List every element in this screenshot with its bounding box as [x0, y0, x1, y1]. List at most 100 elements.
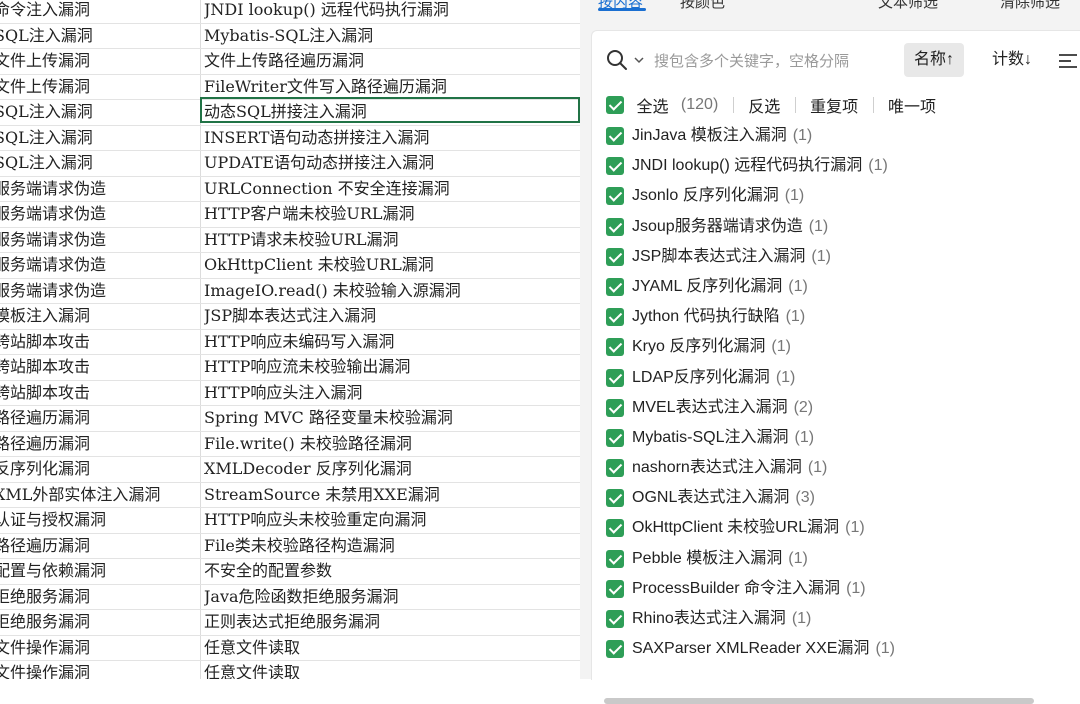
- vulnerability-name-cell[interactable]: OkHttpClient 未校验URL漏洞: [204, 252, 580, 278]
- item-checkbox[interactable]: [606, 519, 624, 538]
- filter-list-item[interactable]: Kryo 反序列化漏洞 (1): [606, 332, 1066, 362]
- vulnerability-name-cell[interactable]: 正则表达式拒绝服务漏洞: [204, 609, 580, 635]
- tab-text-filter[interactable]: 文本筛选: [878, 0, 938, 12]
- category-cell[interactable]: SQL注入漏洞: [0, 23, 200, 49]
- vulnerability-name-cell[interactable]: HTTP请求未校验URL漏洞: [204, 227, 580, 253]
- vulnerability-name-cell[interactable]: HTTP客户端未校验URL漏洞: [204, 201, 580, 227]
- category-cell[interactable]: 路径遍历漏洞: [0, 533, 200, 559]
- category-cell[interactable]: 拒绝服务漏洞: [0, 609, 200, 635]
- filter-options-icon[interactable]: [1058, 53, 1078, 69]
- duplicates-button[interactable]: 重复项: [810, 93, 858, 117]
- category-cell[interactable]: 文件上传漏洞: [0, 48, 200, 74]
- filter-list-item[interactable]: JNDI lookup() 远程代码执行漏洞 (1): [606, 151, 1066, 181]
- filter-list-item[interactable]: Jsonlo 反序列化漏洞 (1): [606, 181, 1066, 211]
- category-cell[interactable]: 跨站脚本攻击: [0, 380, 200, 406]
- filter-list-item[interactable]: JYAML 反序列化漏洞 (1): [606, 272, 1066, 302]
- item-checkbox[interactable]: [606, 398, 624, 417]
- horizontal-scrollbar[interactable]: [604, 698, 1034, 704]
- sort-by-name-button[interactable]: 名称↑: [904, 43, 965, 77]
- vulnerability-name-cell[interactable]: HTTP响应头未校验重定向漏洞: [204, 507, 580, 533]
- filter-list-item[interactable]: SAXParser XMLReader XXE漏洞 (1): [606, 634, 1066, 664]
- item-checkbox[interactable]: [606, 640, 624, 659]
- unique-button[interactable]: 唯一项: [888, 93, 936, 117]
- invert-selection-button[interactable]: 反选: [748, 93, 780, 117]
- item-checkbox[interactable]: [606, 459, 624, 478]
- item-checkbox[interactable]: [606, 157, 624, 176]
- filter-list-item[interactable]: Jsoup服务器端请求伪造 (1): [606, 212, 1066, 242]
- chevron-down-icon[interactable]: [634, 55, 644, 65]
- category-cell[interactable]: 拒绝服务漏洞: [0, 584, 200, 610]
- item-checkbox[interactable]: [606, 308, 624, 327]
- category-cell[interactable]: SQL注入漏洞: [0, 125, 200, 151]
- filter-list-item[interactable]: Rhino表达式注入漏洞 (1): [606, 604, 1066, 634]
- vulnerability-name-cell[interactable]: File.write() 未校验路径漏洞: [204, 431, 580, 457]
- category-cell[interactable]: 服务端请求伪造: [0, 278, 200, 304]
- vulnerability-name-cell[interactable]: 任意文件读取: [204, 660, 580, 679]
- category-cell[interactable]: 文件上传漏洞: [0, 74, 200, 100]
- vulnerability-name-cell[interactable]: URLConnection 不安全连接漏洞: [204, 176, 580, 202]
- item-checkbox[interactable]: [606, 127, 624, 145]
- search-icon[interactable]: [606, 49, 628, 71]
- category-cell[interactable]: 跨站脚本攻击: [0, 329, 200, 355]
- filter-list-item[interactable]: MVEL表达式注入漏洞 (2): [606, 393, 1066, 423]
- vulnerability-name-cell[interactable]: FileWriter文件写入路径遍历漏洞: [204, 74, 580, 100]
- tab-clear-filter[interactable]: 清除筛选: [1000, 0, 1060, 12]
- filter-list-item[interactable]: JinJava 模板注入漏洞 (1): [606, 121, 1066, 151]
- category-cell[interactable]: 服务端请求伪造: [0, 252, 200, 278]
- vulnerability-name-cell[interactable]: StreamSource 未禁用XXE漏洞: [204, 482, 580, 508]
- item-checkbox[interactable]: [606, 277, 624, 296]
- vulnerability-name-cell[interactable]: Mybatis-SQL注入漏洞: [204, 23, 580, 49]
- filter-list-item[interactable]: ProcessBuilder 命令注入漏洞 (1): [606, 574, 1066, 604]
- category-cell[interactable]: XML外部实体注入漏洞: [0, 482, 200, 508]
- vulnerability-name-cell[interactable]: 文件上传路径遍历漏洞: [204, 48, 580, 74]
- category-cell[interactable]: 模板注入漏洞: [0, 303, 200, 329]
- filter-list-item[interactable]: OGNL表达式注入漏洞 (3): [606, 483, 1066, 513]
- item-checkbox[interactable]: [606, 338, 624, 357]
- vulnerability-name-cell[interactable]: JNDI lookup() 远程代码执行漏洞: [204, 0, 580, 23]
- category-cell[interactable]: 跨站脚本攻击: [0, 354, 200, 380]
- filter-list-item[interactable]: nashorn表达式注入漏洞 (1): [606, 453, 1066, 483]
- vulnerability-name-cell[interactable]: HTTP响应头注入漏洞: [204, 380, 580, 406]
- filter-list-item[interactable]: Pebble 模板注入漏洞 (1): [606, 544, 1066, 574]
- category-cell[interactable]: SQL注入漏洞: [0, 99, 200, 125]
- category-cell[interactable]: 文件操作漏洞: [0, 660, 200, 679]
- vulnerability-name-cell[interactable]: JSP脚本表达式注入漏洞: [204, 303, 580, 329]
- filter-list-item[interactable]: JSP脚本表达式注入漏洞 (1): [606, 242, 1066, 272]
- vulnerability-name-cell[interactable]: 不安全的配置参数: [204, 558, 580, 584]
- sort-by-count-button[interactable]: 计数↓: [982, 43, 1042, 77]
- category-cell[interactable]: 文件操作漏洞: [0, 635, 200, 661]
- category-cell[interactable]: 配置与依赖漏洞: [0, 558, 200, 584]
- item-checkbox[interactable]: [606, 247, 624, 266]
- item-checkbox[interactable]: [606, 549, 624, 568]
- filter-list-item[interactable]: Mybatis-SQL注入漏洞 (1): [606, 423, 1066, 453]
- item-checkbox[interactable]: [606, 489, 624, 508]
- category-cell[interactable]: 服务端请求伪造: [0, 201, 200, 227]
- vulnerability-name-cell[interactable]: XMLDecoder 反序列化漏洞: [204, 456, 580, 482]
- select-all-checkbox[interactable]: [606, 96, 624, 114]
- item-checkbox[interactable]: [606, 368, 624, 387]
- vulnerability-name-cell[interactable]: ImageIO.read() 未校验输入源漏洞: [204, 278, 580, 304]
- vulnerability-name-cell[interactable]: HTTP响应流未校验输出漏洞: [204, 354, 580, 380]
- search-input[interactable]: [652, 45, 876, 77]
- filter-list-item[interactable]: LDAP反序列化漏洞 (1): [606, 363, 1066, 393]
- vulnerability-name-cell[interactable]: UPDATE语句动态拼接注入漏洞: [204, 150, 580, 176]
- category-cell[interactable]: 路径遍历漏洞: [0, 405, 200, 431]
- select-all-label[interactable]: 全选: [636, 93, 668, 117]
- category-cell[interactable]: 服务端请求伪造: [0, 176, 200, 202]
- item-checkbox[interactable]: [606, 217, 624, 236]
- category-cell[interactable]: 命令注入漏洞: [0, 0, 200, 23]
- filter-list-item[interactable]: OkHttpClient 未校验URL漏洞 (1): [606, 513, 1066, 543]
- vulnerability-name-cell[interactable]: INSERT语句动态拼接注入漏洞: [204, 125, 580, 151]
- category-cell[interactable]: 路径遍历漏洞: [0, 431, 200, 457]
- category-cell[interactable]: 认证与授权漏洞: [0, 507, 200, 533]
- category-cell[interactable]: 服务端请求伪造: [0, 227, 200, 253]
- vulnerability-name-cell[interactable]: HTTP响应未编码写入漏洞: [204, 329, 580, 355]
- category-cell[interactable]: 反序列化漏洞: [0, 456, 200, 482]
- item-checkbox[interactable]: [606, 428, 624, 447]
- vulnerability-name-cell[interactable]: 任意文件读取: [204, 635, 580, 661]
- item-checkbox[interactable]: [606, 579, 624, 598]
- tab-by-color[interactable]: 按颜色: [680, 0, 725, 12]
- item-checkbox[interactable]: [606, 187, 624, 206]
- category-cell[interactable]: SQL注入漏洞: [0, 150, 200, 176]
- vulnerability-name-cell[interactable]: Spring MVC 路径变量未校验漏洞: [204, 405, 580, 431]
